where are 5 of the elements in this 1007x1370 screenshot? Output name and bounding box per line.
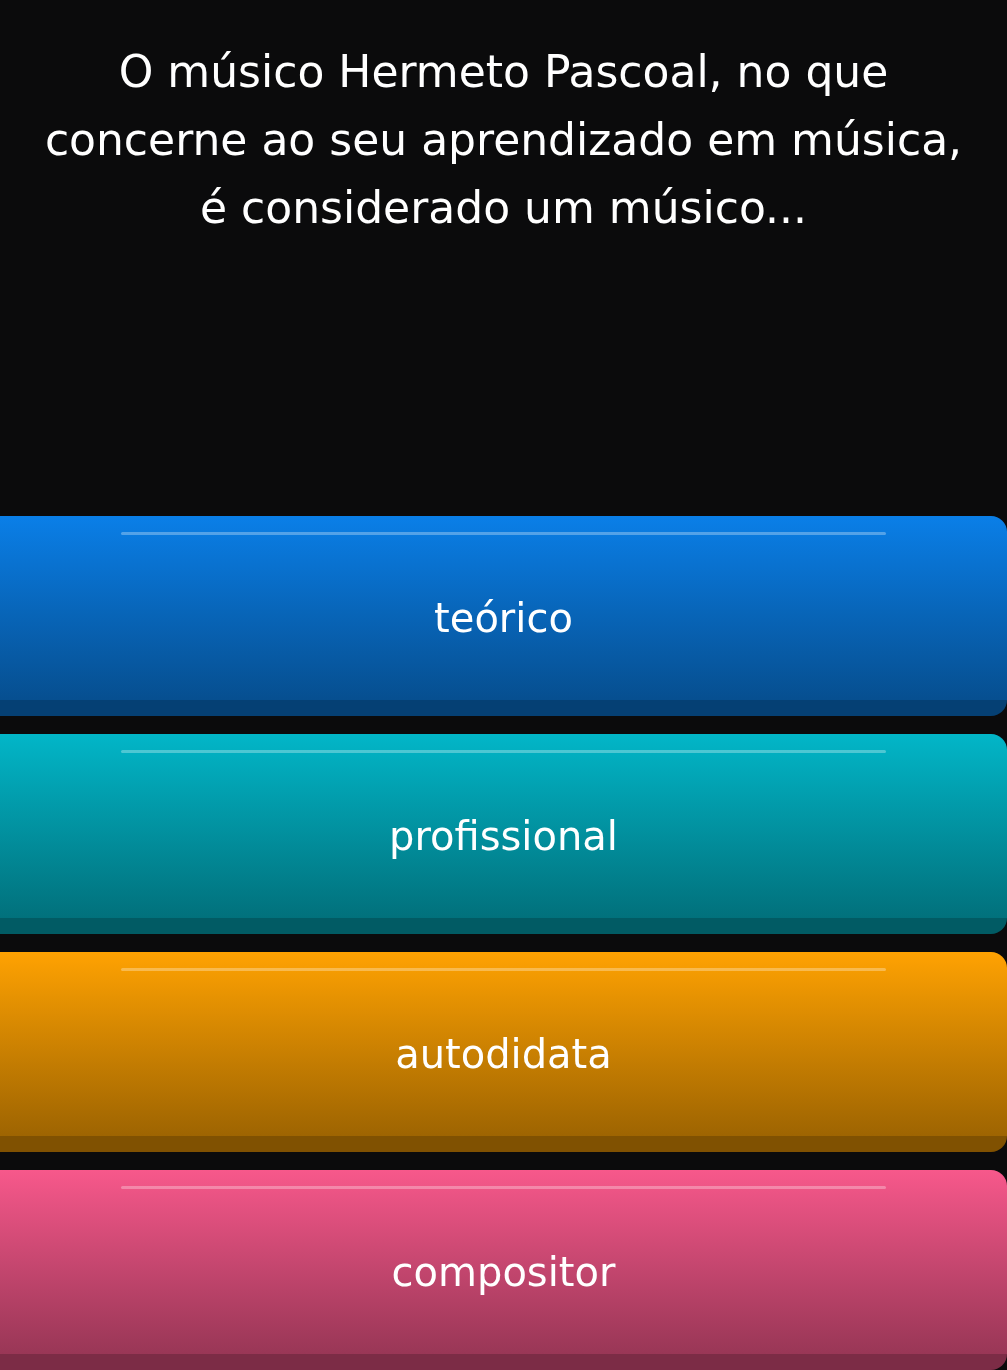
answer-button[interactable]: autodidata <box>0 952 1007 1152</box>
question-text: O músico Hermeto Pascoal, no que concerne ao seu aprendizado em música, é considerado um músico... <box>43 45 964 235</box>
answer-button[interactable]: compositor <box>0 1170 1007 1370</box>
answer-button[interactable]: profissional <box>0 734 1007 934</box>
answer-button[interactable]: teórico <box>0 516 1007 716</box>
